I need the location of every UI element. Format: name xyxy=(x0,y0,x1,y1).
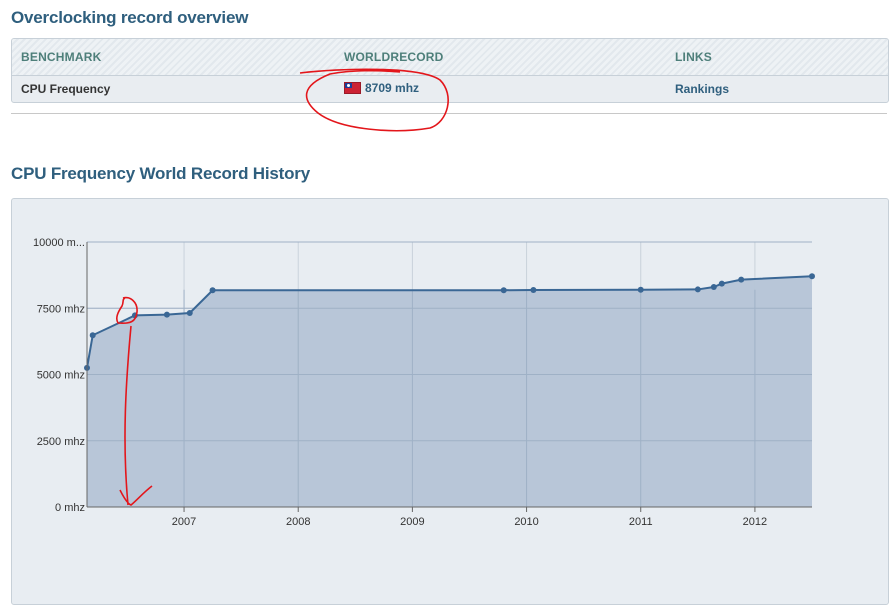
y-tick-label: 7500 mhz xyxy=(37,303,85,315)
data-point[interactable] xyxy=(500,287,507,294)
x-tick-label: 2010 xyxy=(514,516,538,528)
data-point[interactable] xyxy=(738,276,745,283)
data-point[interactable] xyxy=(163,311,170,318)
series-area xyxy=(87,276,812,507)
history-chart: 0 mhz 2500 mhz 5000 mhz 7500 mhz 10000 m... 2… xyxy=(33,237,815,528)
header-links[interactable]: LINKS xyxy=(675,50,712,64)
benchmark-name: CPU Frequency xyxy=(21,82,111,96)
data-point[interactable] xyxy=(718,280,725,287)
x-tick-label: 2012 xyxy=(743,516,767,528)
data-point[interactable] xyxy=(530,286,537,293)
data-point[interactable] xyxy=(710,284,717,291)
overview-title: Overclocking record overview xyxy=(11,8,249,27)
rankings-link[interactable]: Rankings xyxy=(675,82,729,96)
data-point[interactable] xyxy=(809,273,815,280)
history-title: CPU Frequency World Record History xyxy=(11,164,310,183)
chart-panel: 0 mhz 2500 mhz 5000 mhz 7500 mhz 10000 m... 2… xyxy=(11,198,889,605)
y-tick-label: 2500 mhz xyxy=(37,436,85,448)
worldrecord-link[interactable]: 8709 mhz xyxy=(365,81,419,95)
header-benchmark[interactable]: BENCHMARK xyxy=(21,50,101,64)
table-row: CPU Frequency 8709 mhz Rankings xyxy=(12,76,888,102)
y-tick-label: 5000 mhz xyxy=(37,370,85,382)
x-tick-label: 2007 xyxy=(172,516,196,528)
divider xyxy=(11,113,887,114)
taiwan-flag-icon xyxy=(344,82,361,94)
data-point[interactable] xyxy=(209,287,216,294)
y-tick-label: 0 mhz xyxy=(55,502,85,514)
worldrecord-cell[interactable]: 8709 mhz xyxy=(344,81,419,95)
data-point[interactable] xyxy=(637,286,644,293)
header-worldrecord[interactable]: WORLDRECORD xyxy=(344,50,444,64)
data-point[interactable] xyxy=(89,332,96,339)
x-tick-label: 2008 xyxy=(286,516,310,528)
record-table: BENCHMARK WORLDRECORD LINKS CPU Frequenc… xyxy=(11,38,889,103)
data-point[interactable] xyxy=(694,286,701,293)
data-point[interactable] xyxy=(131,312,138,319)
x-tick-label: 2011 xyxy=(629,516,653,528)
y-tick-label: 10000 m... xyxy=(33,237,85,249)
x-tick-label: 2009 xyxy=(400,516,424,528)
record-table-header: BENCHMARK WORLDRECORD LINKS xyxy=(12,39,888,76)
data-point[interactable] xyxy=(186,310,193,317)
